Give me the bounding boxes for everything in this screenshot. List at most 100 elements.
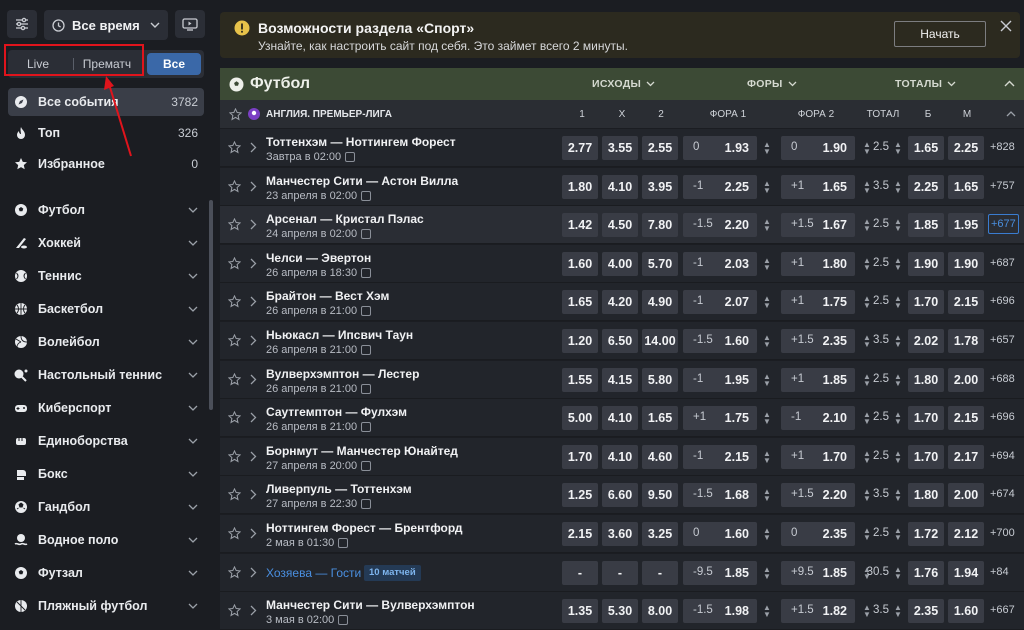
star-outline-icon[interactable] [228,411,241,424]
odd-under[interactable]: 1.94 [948,560,984,585]
odd-over[interactable]: 1.80 [908,367,944,392]
more-markets-link[interactable]: +677 [988,214,1019,235]
odd-win-1[interactable]: 1.70 [562,444,598,469]
odd-draw[interactable]: - [602,560,638,585]
odd-draw[interactable]: 6.60 [602,483,638,508]
match-teams[interactable]: Ноттингем Форест — Брентфорд [266,521,463,535]
odd-under[interactable]: 2.17 [948,444,984,469]
odd-over[interactable]: 2.02 [908,329,944,353]
match-teams[interactable]: Манчестер Сити — Вулверхэмптон [266,598,475,612]
match-teams[interactable]: Борнмут — Манчестер Юнайтед [266,444,458,458]
star-outline-icon[interactable] [228,295,241,308]
chevron-right-icon[interactable] [250,296,257,307]
odd-over[interactable]: 1.76 [908,560,944,585]
chevron-right-icon[interactable] [250,335,257,346]
handicap-stepper-icon[interactable]: ▲ ▼ [894,565,902,581]
handicap-2-button[interactable]: +1 1.85 [781,367,855,392]
stats-icon[interactable] [361,422,372,433]
chevron-down-icon[interactable] [188,603,198,609]
odd-win-2[interactable]: 4.90 [642,290,678,315]
close-icon[interactable] [1000,20,1012,32]
handicap-stepper-icon[interactable]: ▲ ▼ [894,526,902,542]
odd-draw[interactable]: 4.20 [602,290,638,315]
sidebar-item-sport[interactable]: Баскетбол [8,294,204,324]
handicap-1-button[interactable]: 0 1.60 [683,522,757,546]
handicap-2-button[interactable]: +9.5 1.85 [781,560,855,585]
chevron-down-icon[interactable] [188,537,198,543]
star-outline-icon[interactable] [228,604,241,617]
odd-draw[interactable]: 4.50 [602,213,638,238]
odd-draw[interactable]: 4.10 [602,174,638,199]
chevron-right-icon[interactable] [250,181,257,192]
more-markets-link[interactable]: +696 [990,295,1015,307]
chevron-right-icon[interactable] [250,142,257,153]
match-row[interactable]: Челси — Эвертон 26 апреля в 18:30 1.60 4.00… [220,244,1024,283]
handicap-stepper-icon[interactable]: ▲ ▼ [763,603,771,619]
odd-over[interactable]: 1.70 [908,290,944,315]
handicap-stepper-icon[interactable]: ▲ ▼ [894,256,902,272]
odd-win-2[interactable]: 7.80 [642,213,678,238]
chevron-right-icon[interactable] [250,567,257,578]
handicap-1-button[interactable]: -1 2.25 [683,174,757,199]
sidebar-item-sport[interactable]: Волейбол [8,327,204,357]
handicap-1-button[interactable]: -1.5 1.98 [683,599,757,624]
odd-over[interactable]: 1.85 [908,213,944,238]
sidebar-item-sport[interactable]: Водное поло [8,525,204,555]
more-markets-link[interactable]: +700 [990,527,1015,539]
chevron-right-icon[interactable] [250,451,257,462]
handicap-1-button[interactable]: -1.5 1.68 [683,483,757,508]
handicap-2-button[interactable]: +1 1.75 [781,290,855,315]
handicap-stepper-icon[interactable]: ▲ ▼ [894,449,902,465]
chevron-right-icon[interactable] [250,219,257,230]
odd-draw[interactable]: 4.15 [602,367,638,392]
odd-win-1[interactable]: 1.42 [562,213,598,238]
stats-icon[interactable] [338,615,349,626]
more-markets-link[interactable]: +674 [990,488,1015,500]
settings-sliders-button[interactable] [7,10,37,38]
odd-draw[interactable]: 5.30 [602,599,638,624]
match-teams[interactable]: Ньюкасл — Ипсвич Таун [266,328,413,342]
handicap-1-button[interactable]: -1 2.15 [683,444,757,469]
handicap-2-button[interactable]: +1.5 1.82 [781,599,855,624]
handicap-stepper-icon[interactable]: ▲ ▼ [763,449,771,465]
star-outline-icon[interactable] [228,256,241,270]
odd-under[interactable]: 1.90 [948,251,984,276]
tab-all[interactable]: Все [147,53,201,75]
odd-over[interactable]: 2.35 [908,599,944,624]
odd-win-2[interactable]: 8.00 [642,599,678,624]
match-teams[interactable]: Вулверхэмптон — Лестер [266,367,419,381]
handicap-2-button[interactable]: -1 2.10 [781,406,855,431]
tv-button[interactable] [175,10,205,38]
match-row[interactable]: Тоттенхэм — Ноттингем Форест Завтра в 02:… [220,129,1024,167]
match-row[interactable]: Ноттингем Форест — Брентфорд 2 мая в 01:3… [220,515,1024,553]
chevron-down-icon[interactable] [188,273,198,279]
handicap-stepper-icon[interactable]: ▲ ▼ [894,140,902,156]
odd-win-2[interactable]: 4.60 [642,444,678,469]
chevron-right-icon[interactable] [250,489,257,500]
handicap-stepper-icon[interactable]: ▲ ▼ [894,333,902,349]
star-outline-icon[interactable] [229,108,242,121]
match-teams[interactable]: Тоттенхэм — Ноттингем Форест [266,135,456,149]
handicap-stepper-icon[interactable]: ▲ ▼ [763,487,771,503]
chevron-right-icon[interactable] [250,528,257,539]
handicap-stepper-icon[interactable]: ▲ ▼ [763,526,771,542]
odd-draw[interactable]: 3.60 [602,522,638,546]
odd-win-1[interactable]: 1.55 [562,367,598,392]
handicap-stepper-icon[interactable]: ▲ ▼ [894,217,902,233]
odd-win-1[interactable]: 1.65 [562,290,598,315]
handicap-1-button[interactable]: -9.5 1.85 [683,560,757,585]
odd-under[interactable]: 2.25 [948,136,984,160]
odd-under[interactable]: 1.65 [948,174,984,199]
star-outline-icon[interactable] [228,372,241,386]
match-row[interactable]: Манчестер Сити — Астон Вилла 23 апреля в … [220,167,1024,206]
match-row[interactable]: Ливерпуль — Тоттенхэм 27 апреля в 22:30 1.… [220,476,1024,515]
handicap-stepper-icon[interactable]: ▲ ▼ [894,410,902,426]
odd-win-1[interactable]: 1.80 [562,174,598,199]
handicap-2-button[interactable]: 0 2.35 [781,522,855,546]
match-row[interactable]: Арсенал — Кристал Пэлас 24 апреля в 02:00… [220,206,1024,245]
more-markets-link[interactable]: +757 [990,180,1015,192]
handicap-2-button[interactable]: +1 1.70 [781,444,855,469]
chevron-up-icon[interactable] [1006,111,1016,117]
odd-under[interactable]: 2.12 [948,522,984,546]
time-filter-select[interactable]: Все время [44,10,168,40]
